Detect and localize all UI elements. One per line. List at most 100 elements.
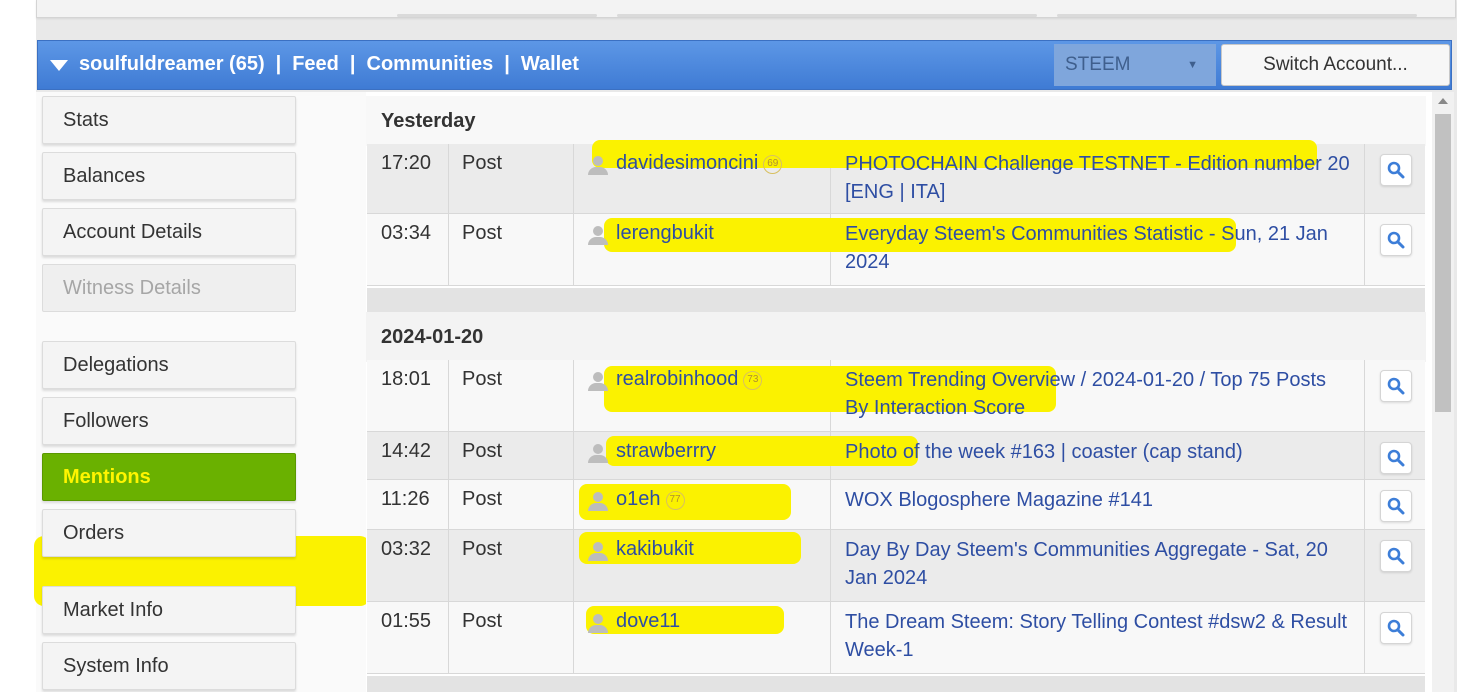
top-strip bbox=[36, 0, 1456, 18]
mention-type: Post bbox=[449, 432, 574, 479]
view-button[interactable] bbox=[1380, 442, 1412, 474]
mention-time: 01:55 bbox=[367, 602, 449, 673]
user-icon bbox=[588, 542, 608, 562]
mention-title-link[interactable]: Photo of the week #163 | coaster (cap st… bbox=[831, 432, 1365, 479]
user-icon bbox=[588, 444, 608, 464]
mentions-panel: Yesterday 17:20 Post davidesimoncini 69 P… bbox=[366, 92, 1432, 692]
action-cell bbox=[1365, 214, 1425, 285]
mention-user-cell: o1eh 77 bbox=[574, 480, 831, 529]
action-cell bbox=[1365, 432, 1425, 479]
mention-type: Post bbox=[449, 530, 574, 601]
view-button[interactable] bbox=[1380, 370, 1412, 402]
nav-separator: | bbox=[349, 53, 356, 75]
mention-type: Post bbox=[449, 214, 574, 285]
mention-type: Post bbox=[449, 480, 574, 529]
wallet-link[interactable]: Wallet bbox=[521, 53, 579, 76]
mention-title-link[interactable]: The Dream Steem: Story Telling Contest #… bbox=[831, 602, 1365, 673]
sidebar-item-stats[interactable]: Stats bbox=[42, 96, 296, 144]
sidebar-item-orders[interactable]: Orders bbox=[42, 509, 296, 557]
table-row: 03:34 Post lerengbukit Everyday Steem's … bbox=[367, 214, 1425, 286]
reputation-badge: 69 bbox=[763, 155, 783, 174]
search-icon bbox=[1387, 231, 1405, 249]
mention-title-link[interactable]: WOX Blogosphere Magazine #141 bbox=[831, 480, 1365, 529]
account-link[interactable]: soulfuldreamer (65) bbox=[79, 53, 265, 76]
sidebar-item-delegations[interactable]: Delegations bbox=[42, 341, 296, 389]
mention-username[interactable]: lerengbukit bbox=[616, 222, 714, 244]
mention-username[interactable]: dove11 bbox=[616, 610, 680, 632]
nav-separator: | bbox=[275, 53, 282, 75]
sidebar-item-mentions[interactable]: Mentions bbox=[42, 453, 296, 501]
nav-separator: | bbox=[504, 53, 510, 75]
search-icon bbox=[1387, 497, 1405, 515]
reputation-badge: 77 bbox=[665, 491, 685, 510]
switch-account-button[interactable]: Switch Account... bbox=[1221, 44, 1450, 86]
sidebar-item-balances[interactable]: Balances bbox=[42, 152, 296, 200]
sidebar-item-market-info[interactable]: Market Info bbox=[42, 586, 296, 634]
mention-username[interactable]: davidesimoncini bbox=[616, 152, 758, 174]
mention-username[interactable]: kakibukit bbox=[616, 538, 694, 560]
table-row: 17:20 Post davidesimoncini 69 PHOTOCHAIN … bbox=[367, 140, 1425, 214]
search-icon bbox=[1387, 161, 1405, 179]
search-icon bbox=[1387, 547, 1405, 565]
sidebar-item-system-info[interactable]: System Info bbox=[42, 642, 296, 690]
mention-username[interactable]: strawberrry bbox=[616, 440, 716, 462]
mention-user-cell: dove11 bbox=[574, 602, 831, 673]
table-row: 18:01 Post realrobinhood 73 Steem Trendin… bbox=[367, 360, 1425, 432]
table-row: 11:26 Post o1eh 77 WOX Blogosphere Magazi… bbox=[367, 480, 1425, 530]
vertical-scrollbar[interactable] bbox=[1432, 92, 1454, 692]
user-icon bbox=[588, 492, 608, 512]
user-icon bbox=[588, 614, 608, 634]
view-button[interactable] bbox=[1380, 224, 1412, 256]
mention-title-link[interactable]: PHOTOCHAIN Challenge TESTNET - Edition n… bbox=[831, 144, 1365, 213]
mention-time: 17:20 bbox=[367, 144, 449, 213]
search-icon bbox=[1387, 619, 1405, 637]
action-cell bbox=[1365, 530, 1425, 601]
sidebar-item-account-details[interactable]: Account Details bbox=[42, 208, 296, 256]
sidebar-item-followers[interactable]: Followers bbox=[42, 397, 296, 445]
currency-select[interactable]: STEEM ▼ bbox=[1054, 44, 1216, 86]
table-row: 01:55 Post dove11 The Dream Steem: Story… bbox=[367, 602, 1425, 674]
table-row: 03:32 Post kakibukit Day By Day Steem's … bbox=[367, 530, 1425, 602]
mention-title-link[interactable]: Everyday Steem's Communities Statistic -… bbox=[831, 214, 1365, 285]
scroll-up-arrow-icon[interactable] bbox=[1438, 98, 1448, 104]
sidebar-item-witness-details: Witness Details bbox=[42, 264, 296, 312]
mention-user-cell: davidesimoncini 69 bbox=[574, 140, 1317, 213]
action-cell bbox=[1365, 360, 1425, 431]
date-heading-yesterday: Yesterday bbox=[366, 96, 1426, 146]
mention-title-link[interactable]: Steem Trending Overview / 2024-01-20 / T… bbox=[831, 360, 1365, 431]
mention-user-cell: realrobinhood 73 bbox=[574, 360, 1056, 431]
highlight-mark bbox=[579, 484, 791, 520]
mention-time: 14:42 bbox=[367, 432, 449, 479]
mention-time: 03:34 bbox=[367, 214, 449, 285]
user-icon bbox=[588, 372, 608, 392]
feed-link[interactable]: Feed bbox=[292, 53, 339, 76]
mention-type: Post bbox=[449, 602, 574, 673]
mention-username[interactable]: realrobinhood bbox=[616, 368, 738, 390]
mention-user-cell: lerengbukit bbox=[574, 214, 1236, 285]
topbar-nav: soulfuldreamer (65) | Feed | Communities | Wal… bbox=[79, 53, 579, 76]
view-button[interactable] bbox=[1380, 154, 1412, 186]
mention-type: Post bbox=[449, 144, 574, 213]
mention-type: Post bbox=[449, 360, 574, 431]
sidebar: Stats Balances Account Details Witness D… bbox=[34, 92, 370, 692]
mention-user-cell: kakibukit bbox=[574, 530, 831, 601]
view-button[interactable] bbox=[1380, 540, 1412, 572]
mention-username[interactable]: o1eh bbox=[616, 488, 661, 510]
mention-time: 03:32 bbox=[367, 530, 449, 601]
table-row: 14:42 Post strawberrry Photo of the week… bbox=[367, 432, 1425, 480]
mention-time: 11:26 bbox=[367, 480, 449, 529]
left-gutter bbox=[0, 0, 36, 692]
scroll-thumb[interactable] bbox=[1435, 114, 1451, 412]
mention-title-link[interactable]: Day By Day Steem's Communities Aggregate… bbox=[831, 530, 1365, 601]
action-cell bbox=[1365, 144, 1425, 213]
group-divider bbox=[367, 676, 1425, 692]
select-arrow-icon: ▼ bbox=[1187, 59, 1198, 71]
user-icon bbox=[588, 156, 608, 176]
view-button[interactable] bbox=[1380, 612, 1412, 644]
search-icon bbox=[1387, 377, 1405, 395]
caret-down-icon[interactable] bbox=[50, 60, 68, 71]
mention-time: 18:01 bbox=[367, 360, 449, 431]
account-topbar: soulfuldreamer (65) | Feed | Communities | Wal… bbox=[37, 40, 1452, 90]
communities-link[interactable]: Communities bbox=[367, 53, 494, 76]
view-button[interactable] bbox=[1380, 490, 1412, 522]
